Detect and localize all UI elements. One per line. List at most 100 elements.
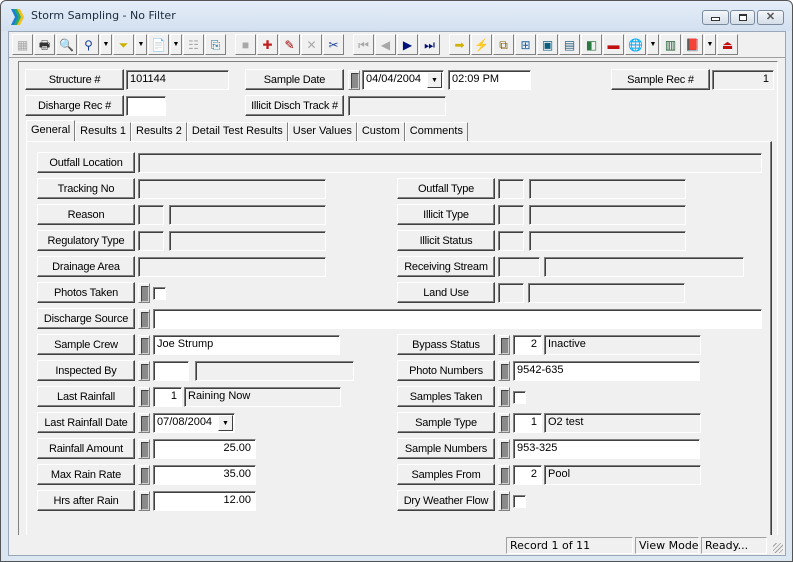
land-use-description-field[interactable]	[528, 283, 685, 303]
find-binoculars-button[interactable]: ⚲	[78, 34, 99, 55]
sample-crew-field[interactable]: Joe Strump	[153, 335, 340, 355]
close-button[interactable]: ✕	[757, 10, 784, 25]
photos-taken-button[interactable]: Photos Taken	[37, 282, 135, 303]
photo-numbers-field[interactable]: 9542-635	[513, 361, 700, 381]
illicit-track-field[interactable]	[348, 96, 446, 116]
toolbox-button[interactable]: ▬	[603, 34, 624, 55]
sample-numbers-field[interactable]: 953-325	[513, 439, 700, 459]
last-rainfall-date-lock-toggle[interactable]	[138, 413, 150, 433]
outfall-type-description-field[interactable]	[529, 179, 686, 199]
bypass-status-button[interactable]: Bypass Status	[397, 334, 495, 355]
previous-record-button[interactable]: ◀	[375, 34, 396, 55]
last-rainfall-lock-toggle[interactable]	[138, 387, 150, 407]
samples-from-description-field[interactable]: Pool	[544, 465, 701, 485]
last-record-button[interactable]: ⏭	[419, 34, 440, 55]
regulatory-type-button[interactable]: Regulatory Type	[37, 230, 135, 251]
add-record-button[interactable]: ✚	[257, 34, 278, 55]
reason-code-field[interactable]	[138, 205, 164, 225]
sample-type-description-field[interactable]: O2 test	[544, 413, 701, 433]
samples-from-code-field[interactable]: 2	[513, 465, 542, 485]
samples-from-lock-toggle[interactable]	[498, 465, 510, 485]
report-button[interactable]: 📄	[148, 34, 169, 55]
print-preview-button[interactable]: 🔍	[56, 34, 77, 55]
edit-pencil-button[interactable]: ✎	[279, 34, 300, 55]
tab-general[interactable]: General	[26, 120, 76, 141]
hrs-after-rain-button[interactable]: Hrs after Rain	[37, 490, 135, 511]
samples-taken-checkbox[interactable]	[513, 391, 526, 404]
cut-scissors-button[interactable]: ✂	[323, 34, 344, 55]
bypass-status-code-field[interactable]: 2	[513, 335, 542, 355]
photos-taken-checkbox[interactable]	[153, 287, 166, 300]
goto-arrow-button[interactable]: ➡	[449, 34, 470, 55]
illicit-status-description-field[interactable]	[529, 231, 686, 251]
last-rainfall-code-field[interactable]: 1	[153, 387, 182, 407]
sample-rec-button[interactable]: Sample Rec #	[611, 69, 710, 90]
sample-type-lock-toggle[interactable]	[498, 413, 510, 433]
discharge-rec-field[interactable]	[126, 96, 166, 116]
exit-button[interactable]: ⏏	[717, 34, 738, 55]
drainage-area-field[interactable]	[138, 257, 326, 277]
inspected-by-code-field[interactable]	[153, 361, 189, 381]
hrs-after-rain-field[interactable]: 12.00	[153, 491, 256, 511]
properties-button[interactable]: ☷	[183, 34, 204, 55]
photo-numbers-button[interactable]: Photo Numbers	[397, 360, 495, 381]
land-use-button[interactable]: Land Use	[397, 282, 495, 303]
dry-weather-flow-checkbox[interactable]	[513, 495, 526, 508]
tab-comments[interactable]: Comments	[404, 122, 468, 141]
outfall-location-field[interactable]	[138, 153, 762, 173]
receiving-stream-description-field[interactable]	[544, 257, 744, 277]
regulatory-type-description-field[interactable]	[169, 231, 326, 251]
tab-results-2[interactable]: Results 2	[131, 122, 187, 141]
globe-search-button[interactable]: 🌐	[625, 34, 646, 55]
sample-rec-field[interactable]: 1	[712, 70, 774, 90]
lightning-button[interactable]: ⚡	[471, 34, 492, 55]
max-rain-rate-field[interactable]: 35.00	[153, 465, 256, 485]
discharge-rec-button[interactable]: Disharge Rec #	[25, 95, 124, 116]
last-rainfall-description-field[interactable]: Raining Now	[184, 387, 341, 407]
illicit-status-code-field[interactable]	[498, 231, 524, 251]
tab-results-1[interactable]: Results 1	[75, 122, 131, 141]
discharge-source-field[interactable]	[153, 309, 762, 329]
tracking-no-button[interactable]: Tracking No	[37, 178, 135, 199]
spreadsheet-button[interactable]: ▥	[660, 34, 681, 55]
resize-grip[interactable]	[773, 543, 783, 553]
reason-description-field[interactable]	[169, 205, 326, 225]
discharge-source-button[interactable]: Discharge Source	[37, 308, 135, 329]
max-rain-rate-lock-toggle[interactable]	[138, 465, 150, 485]
save-button[interactable]: ■	[235, 34, 256, 55]
link-button[interactable]: ⊞	[515, 34, 536, 55]
samples-from-button[interactable]: Samples From	[397, 464, 495, 485]
photo-numbers-lock-toggle[interactable]	[498, 361, 510, 381]
dry-weather-flow-lock-toggle[interactable]	[498, 491, 510, 511]
chevron-down-icon[interactable]: ▼	[218, 415, 233, 431]
print-button[interactable]: 🖶	[34, 34, 55, 55]
illicit-status-button[interactable]: Illicit Status	[397, 230, 495, 251]
help-dropdown-button[interactable]: ▼	[704, 34, 716, 55]
structure-field[interactable]: 101144	[126, 70, 229, 90]
first-record-button[interactable]: ⏮	[353, 34, 374, 55]
map-button[interactable]: ▣	[537, 34, 558, 55]
rainfall-amount-field[interactable]: 25.00	[153, 439, 256, 459]
sample-date-lock-toggle[interactable]	[348, 70, 360, 90]
sample-type-button[interactable]: Sample Type	[397, 412, 495, 433]
reason-button[interactable]: Reason	[37, 204, 135, 225]
sample-crew-button[interactable]: Sample Crew	[37, 334, 135, 355]
max-rain-rate-button[interactable]: Max Rain Rate	[37, 464, 135, 485]
next-record-button[interactable]: ▶	[397, 34, 418, 55]
samples-taken-button[interactable]: Samples Taken	[397, 386, 495, 407]
dry-weather-flow-button[interactable]: Dry Weather Flow	[397, 490, 495, 511]
globe-dropdown-button[interactable]: ▼	[647, 34, 659, 55]
samples-taken-lock-toggle[interactable]	[498, 387, 510, 407]
maximize-button[interactable]	[730, 10, 755, 25]
calculator-button[interactable]: ▤	[559, 34, 580, 55]
copy-record-button[interactable]: ⎘	[205, 34, 226, 55]
form-view-button[interactable]: ▦	[12, 34, 33, 55]
illicit-type-button[interactable]: Illicit Type	[397, 204, 495, 225]
outfall-type-button[interactable]: Outfall Type	[397, 178, 495, 199]
delete-button[interactable]: ✕	[301, 34, 322, 55]
sample-numbers-lock-toggle[interactable]	[498, 439, 510, 459]
outfall-type-code-field[interactable]	[498, 179, 524, 199]
illicit-type-description-field[interactable]	[529, 205, 686, 225]
sample-time-field[interactable]: 02:09 PM	[448, 70, 531, 90]
tab-custom[interactable]: Custom	[356, 122, 405, 141]
